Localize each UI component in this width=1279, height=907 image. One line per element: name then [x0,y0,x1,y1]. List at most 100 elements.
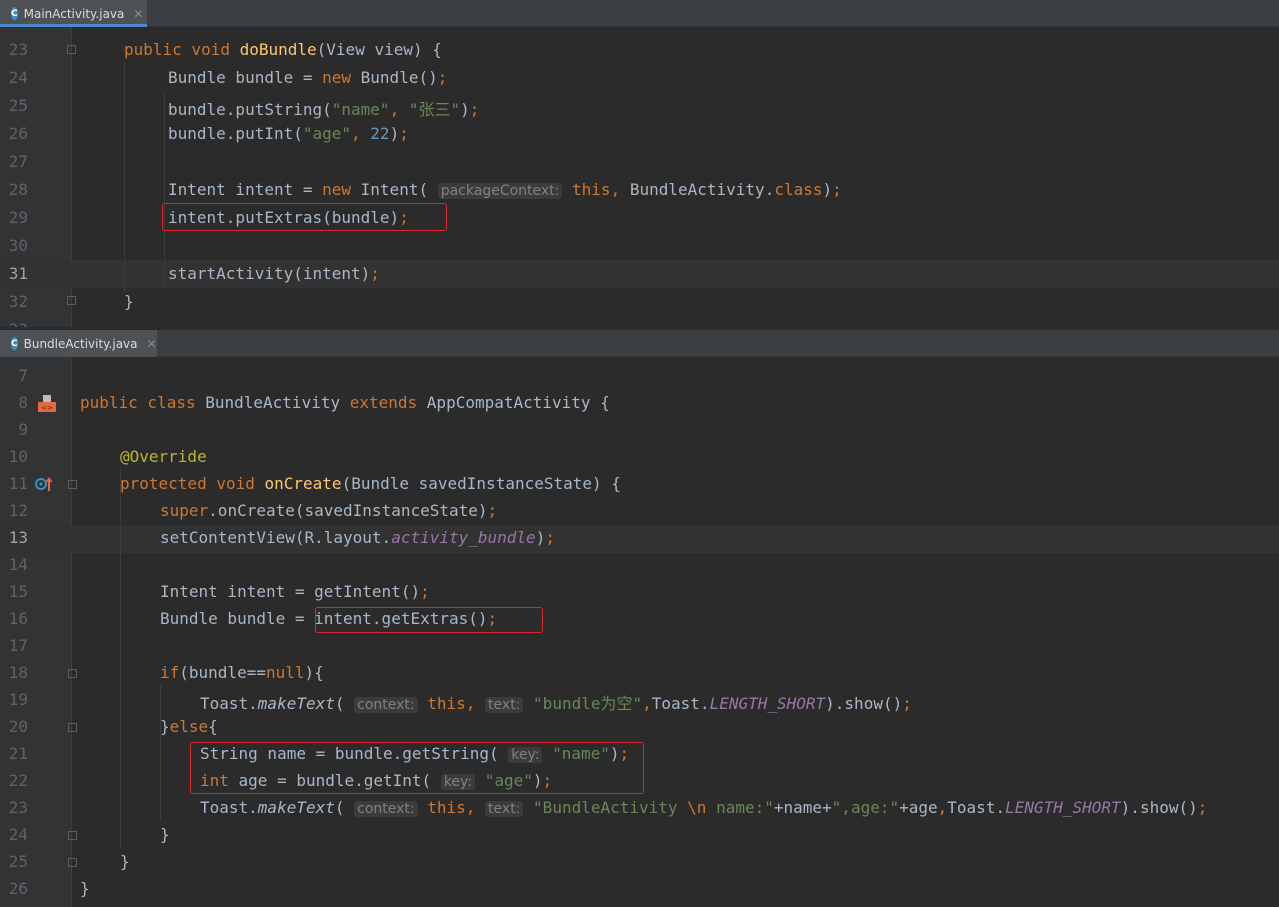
line-number: 20 [8,717,28,736]
line-number: 14 [8,555,28,574]
java-class-icon: C [11,7,18,20]
code-text[interactable]: protected void onCreate(Bundle savedInst… [120,474,621,493]
line-number: 12 [8,501,28,520]
svg-text:<>: <> [41,404,53,412]
code-text[interactable]: @Override [120,447,207,466]
code-line[interactable]: 19 Toast.makeText( context: this, text: "… [0,687,1279,715]
line-number: 18 [8,663,28,682]
line-number: 22 [8,771,28,790]
code-line[interactable]: 11 protected void onCreate(Bundle savedIn… [0,471,1279,499]
code-text[interactable]: } [120,852,130,871]
code-text[interactable]: } [160,825,170,844]
code-line[interactable]: 33 [0,316,1279,327]
line-number: 11 [8,474,28,493]
fold-end-icon[interactable] [68,858,77,867]
code-text[interactable]: } [80,879,90,898]
code-line[interactable]: 13 setContentView(R.layout.activity_bundl… [0,525,1279,553]
code-text[interactable]: Intent intent = new Intent( packageConte… [168,180,842,199]
code-text[interactable]: public void doBundle(View view) { [124,40,442,59]
code-text[interactable]: setContentView(R.layout.activity_bundle)… [160,528,555,547]
editor-bundle-activity[interactable]: C BundleActivity.java ✕ 7 8 public class B… [0,330,1279,907]
editor-tab-bar: C MainActivity.java ✕ [0,0,1279,27]
code-line[interactable]: 10 @Override [0,444,1279,472]
line-number: 21 [8,744,28,763]
line-number: 27 [8,152,28,171]
code-line[interactable]: 14 [0,552,1279,580]
line-number: 10 [8,447,28,466]
tab-bundle-activity[interactable]: C BundleActivity.java ✕ [0,330,157,357]
highlight-put-extras [162,203,447,231]
android-layout-icon[interactable]: <> [36,392,58,414]
close-icon[interactable]: ✕ [147,337,157,351]
code-line[interactable]: 12 super.onCreate(savedInstanceState); [0,498,1279,526]
code-line[interactable]: 7 [0,363,1279,391]
fold-collapse-icon[interactable] [68,669,77,678]
code-line[interactable]: 24} [0,822,1279,850]
code-text[interactable]: Toast.makeText( context: this, text: "Bu… [200,798,1207,817]
code-text[interactable]: if(bundle==null){ [160,663,324,682]
code-line[interactable]: 30 [0,232,1279,260]
editor-main-activity[interactable]: C MainActivity.java ✕ 23 public void doBu… [0,0,1279,327]
line-number: 23 [8,798,28,817]
code-text[interactable]: public class BundleActivity extends AppC… [80,393,610,412]
code-line[interactable]: 31 startActivity(intent); [0,260,1279,288]
close-icon[interactable]: ✕ [133,7,143,21]
code-line[interactable]: 20 }else{ [0,714,1279,742]
code-line[interactable]: 17 [0,633,1279,661]
code-line[interactable]: 28 Intent intent = new Intent( packageCon… [0,176,1279,204]
code-line[interactable]: 26} [0,876,1279,904]
code-line[interactable]: 16 Bundle bundle = intent.getExtras(); [0,606,1279,634]
line-number: 33 [0,320,28,327]
code-line[interactable]: 8 public class BundleActivity extends App… [0,390,1279,418]
code-line[interactable]: 15 Intent intent = getIntent(); [0,579,1279,607]
code-text[interactable]: } [124,292,134,311]
code-line[interactable]: 9 [0,417,1279,445]
highlight-get-extras [315,607,543,633]
line-number: 24 [8,825,28,844]
line-number: 7 [18,366,28,385]
fold-end-icon[interactable] [68,831,77,840]
line-number: 23 [8,40,28,59]
fold-end-icon[interactable] [67,296,76,305]
code-text[interactable]: startActivity(intent); [168,264,380,283]
code-text[interactable]: Intent intent = getIntent(); [160,582,430,601]
editor-tab-bar: C BundleActivity.java ✕ [0,330,1279,357]
tab-main-activity[interactable]: C MainActivity.java ✕ [0,0,147,27]
code-line[interactable]: 27 [0,148,1279,176]
code-text[interactable]: Toast.makeText( context: this, text: "bu… [200,690,912,714]
indent-guide [124,63,125,293]
line-number: 32 [8,292,28,311]
highlight-get-values [190,742,644,794]
line-number: 19 [8,690,28,709]
code-line[interactable]: 23 Toast.makeText( context: this, text: "… [0,795,1279,823]
line-number: 9 [18,420,28,439]
line-number: 26 [8,124,28,143]
line-number: 31 [8,264,28,283]
code-line[interactable]: 25 bundle.putString("name", "张三"); [0,92,1279,120]
override-method-icon[interactable] [34,475,54,493]
line-number: 15 [8,582,28,601]
fold-collapse-icon[interactable] [67,45,76,54]
line-number: 13 [8,528,28,547]
fold-collapse-icon[interactable] [68,723,77,732]
code-text[interactable]: Bundle bundle = new Bundle(); [168,68,447,87]
line-number: 17 [8,636,28,655]
code-line[interactable]: 26 bundle.putInt("age", 22); [0,120,1279,148]
indent-guide [160,684,161,821]
fold-collapse-icon[interactable] [68,480,77,489]
line-number: 16 [8,609,28,628]
code-line[interactable]: 23 public void doBundle(View view) { [0,36,1279,64]
line-number: 24 [8,68,28,87]
code-line[interactable]: 32} [0,288,1279,316]
code-text[interactable]: bundle.putInt("age", 22); [168,124,409,143]
code-text[interactable]: }else{ [160,717,218,736]
indent-guide [120,468,121,848]
line-number: 25 [8,852,28,871]
tab-label: MainActivity.java [23,6,125,21]
code-line[interactable]: 18 if(bundle==null){ [0,660,1279,688]
code-text[interactable]: super.onCreate(savedInstanceState); [160,501,497,520]
line-number: 30 [8,236,28,255]
code-line[interactable]: 25} [0,849,1279,877]
code-line[interactable]: 24 Bundle bundle = new Bundle(); [0,64,1279,92]
code-text[interactable]: bundle.putString("name", "张三"); [168,96,479,120]
